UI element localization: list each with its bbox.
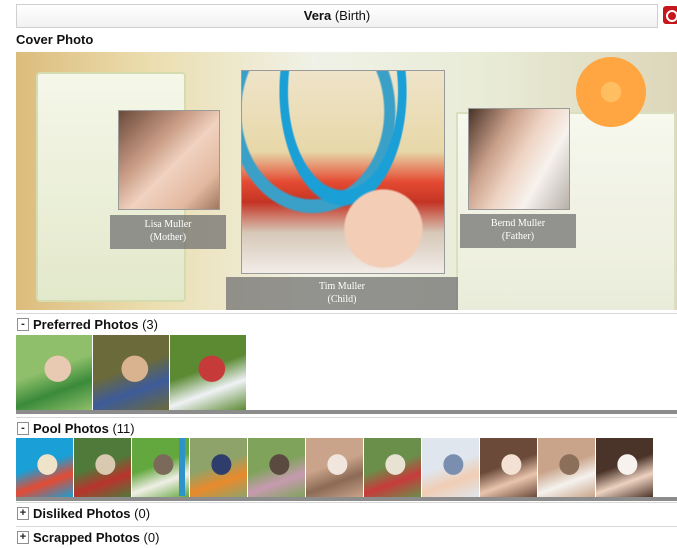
window-title-suffix: (Birth) [331, 8, 371, 23]
toddler-orange-shirt-photo[interactable] [190, 438, 247, 497]
group-count: (3) [138, 317, 158, 332]
father-name: Bernd Muller [490, 218, 546, 229]
preferred-photos-strip [16, 335, 677, 414]
baby-portrait-photo[interactable] [422, 438, 479, 497]
scrapped-photos-header[interactable]: + Scrapped Photos (0) [16, 526, 677, 548]
collapse-toggle[interactable]: - [17, 318, 29, 331]
mother-and-baby-photo[interactable] [480, 438, 537, 497]
pool-photos-header[interactable]: - Pool Photos (11) [16, 417, 677, 439]
preferred-photos-header[interactable]: - Preferred Photos (3) [16, 313, 677, 335]
toddler-with-parent-photo[interactable] [248, 438, 305, 497]
father-role: (Father) [501, 231, 535, 242]
group-title: Scrapped Photos [33, 530, 140, 545]
child-caption: Tim Muller (Child) [226, 277, 458, 310]
pool-photos-strip [16, 438, 677, 501]
window-title-bar: Vera (Birth) [16, 4, 658, 28]
disliked-photos-header[interactable]: + Disliked Photos (0) [16, 502, 677, 524]
group-title: Disliked Photos [33, 506, 131, 521]
child-name: Tim Muller [318, 281, 366, 292]
mother-photo[interactable] [118, 110, 220, 210]
baby-with-ball-photo[interactable] [93, 335, 169, 410]
group-count: (0) [130, 506, 151, 521]
cover-photo-label: Cover Photo [16, 32, 94, 47]
baby-rocking-horse-photo[interactable] [74, 438, 131, 497]
collapse-toggle[interactable]: - [17, 422, 29, 435]
child-role: (Child) [327, 294, 357, 305]
father-caption: Bernd Muller (Father) [460, 214, 576, 248]
bunny-photo[interactable] [538, 438, 595, 497]
expand-toggle[interactable]: + [17, 531, 29, 544]
mother-name: Lisa Muller [144, 219, 192, 230]
baby-play-gym-photo[interactable] [16, 438, 73, 497]
mother-caption: Lisa Muller (Mother) [110, 215, 226, 249]
baby-on-slide-photo[interactable] [16, 335, 92, 410]
mother-role: (Mother) [149, 232, 187, 243]
father-and-baby-photo[interactable] [596, 438, 653, 497]
toddler-toy-car-photo[interactable] [364, 438, 421, 497]
group-title: Preferred Photos [33, 317, 139, 332]
child-photo[interactable] [241, 70, 445, 274]
drag-handle[interactable] [179, 438, 185, 496]
close-icon[interactable] [663, 6, 677, 24]
cover-photo[interactable]: Lisa Muller (Mother) Tim Muller (Child) … [16, 52, 677, 310]
window-title-name: Vera [303, 8, 332, 23]
toddler-house-photo[interactable] [306, 438, 363, 497]
group-count: (11) [108, 421, 135, 436]
expand-toggle[interactable]: + [17, 507, 29, 520]
baby-on-grass-photo[interactable] [170, 335, 246, 410]
group-count: (0) [139, 530, 160, 545]
group-title: Pool Photos [33, 421, 109, 436]
father-photo[interactable] [468, 108, 570, 210]
